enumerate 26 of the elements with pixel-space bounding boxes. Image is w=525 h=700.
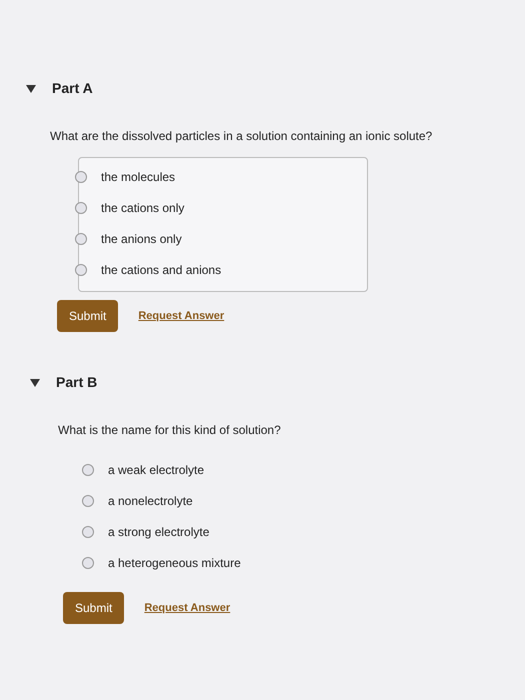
radio-button[interactable]	[82, 526, 94, 538]
submit-button[interactable]: Submit	[57, 300, 118, 332]
question-text: What are the dissolved particles in a solution containing an ionic solute?	[50, 128, 434, 145]
caret-icon[interactable]	[30, 378, 40, 386]
radio-option[interactable]: the cations and anions	[75, 261, 367, 279]
request-answer-link[interactable]: Request Answer	[138, 308, 224, 324]
radio-option[interactable]: the cations only	[75, 199, 367, 217]
caret-icon[interactable]	[26, 84, 36, 92]
radio-option[interactable]: the anions only	[75, 230, 367, 248]
radio-button[interactable]	[82, 464, 94, 476]
radio-option[interactable]: the molecules	[75, 168, 367, 186]
radio-option[interactable]: a heterogeneous mixture	[82, 554, 376, 572]
radio-button[interactable]	[75, 202, 87, 214]
part-title: Part A	[52, 79, 93, 98]
radio-button[interactable]	[82, 495, 94, 507]
submit-button[interactable]: Submit	[63, 592, 124, 624]
radio-option[interactable]: a nonelectrolyte	[82, 492, 376, 510]
radio-button[interactable]	[82, 557, 94, 569]
radio-option[interactable]: a weak electrolyte	[82, 461, 376, 479]
radio-button[interactable]	[75, 171, 87, 183]
radio-button[interactable]	[75, 233, 87, 245]
part-title: Part B	[56, 373, 98, 392]
request-answer-link[interactable]: Request Answer	[144, 600, 230, 616]
radio-button[interactable]	[75, 264, 87, 276]
question-text: What is the name for this kind of solution?	[58, 422, 282, 439]
radio-option[interactable]: a strong electrolyte	[82, 523, 376, 541]
